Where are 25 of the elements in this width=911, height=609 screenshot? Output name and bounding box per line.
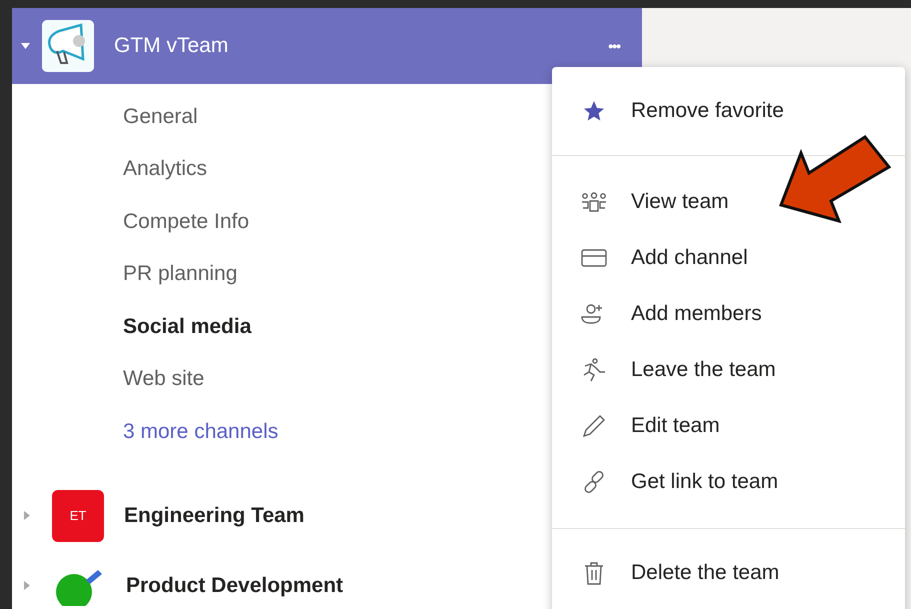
menu-item[interactable]: Add members	[552, 286, 905, 342]
pencil-icon	[582, 414, 606, 438]
team-header-selected[interactable]: GTM vTeam •••	[12, 8, 642, 84]
menu-item[interactable]: Delete the team	[552, 545, 905, 601]
channel-icon	[581, 248, 607, 268]
star-icon	[582, 99, 606, 123]
team-name: Product Development	[126, 572, 344, 599]
menu-item[interactable]: Leave the team	[552, 342, 905, 398]
menu-item[interactable]: Get link to team	[552, 454, 905, 510]
menu-item[interactable]: Edit team	[552, 398, 905, 454]
menu-item[interactable]: Remove favorite	[552, 83, 905, 139]
menu-item[interactable]: Add channel	[552, 230, 905, 286]
team-icon	[581, 192, 607, 212]
running-person-icon	[581, 358, 607, 382]
team-name: Engineering Team	[124, 502, 306, 529]
expand-caret-icon[interactable]	[24, 511, 30, 520]
avatar-initials: ET	[70, 506, 86, 525]
trash-icon	[583, 561, 605, 585]
megaphone-icon	[41, 19, 95, 73]
team-name: GTM vTeam	[114, 33, 230, 60]
more-options-button[interactable]: •••	[608, 36, 620, 56]
collapse-caret-icon[interactable]	[20, 43, 30, 49]
menu-item[interactable]: View team	[552, 174, 905, 230]
expand-caret-icon[interactable]	[24, 581, 30, 590]
link-icon	[582, 470, 606, 494]
